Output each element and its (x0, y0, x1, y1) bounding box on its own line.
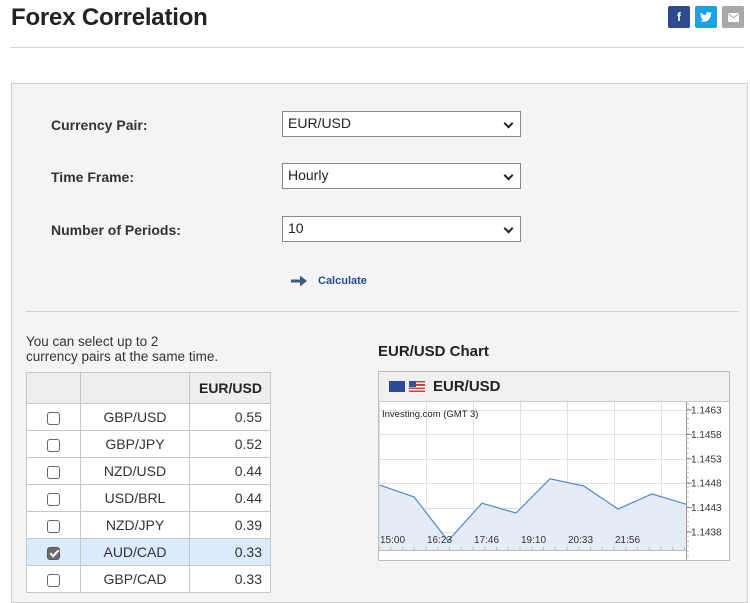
y-tick-label: 1.1448 (691, 479, 722, 490)
hint-line-2: currency pairs at the same time. (26, 349, 219, 364)
table-row[interactable]: AUD/CAD 0.33 (26, 538, 271, 566)
row-checkbox[interactable] (47, 546, 60, 560)
row-correlation-value: 0.44 (189, 457, 271, 485)
row-checkbox-cell (26, 457, 81, 485)
row-correlation-value: 0.33 (189, 565, 271, 593)
title-divider (10, 47, 744, 48)
chart-source-label: Investing.com (GMT 3) (382, 409, 478, 420)
row-correlation-value: 0.55 (189, 403, 271, 431)
row-pair: NZD/USD (80, 457, 190, 485)
x-tick-label: 17:46 (474, 535, 499, 546)
table-row[interactable]: NZD/USD 0.44 (26, 457, 271, 485)
table-row[interactable]: GBP/CAD 0.33 (26, 565, 271, 593)
row-checkbox[interactable] (47, 411, 60, 425)
row-pair: USD/BRL (80, 484, 190, 512)
row-checkbox[interactable] (47, 465, 60, 479)
us-flag-icon (409, 381, 425, 392)
calculate-button[interactable]: Calculate (290, 274, 367, 288)
currency-pair-label: Currency Pair: (51, 117, 148, 133)
x-tick-label: 21:56 (615, 535, 640, 546)
chart-header-label: EUR/USD (433, 378, 501, 395)
row-pair: GBP/CAD (80, 565, 190, 593)
page-title: Forex Correlation (11, 4, 208, 31)
twitter-icon (700, 12, 712, 22)
correlation-panel: Currency Pair: EUR/USD Time Frame: Hourl… (11, 83, 748, 603)
row-checkbox-cell (26, 484, 81, 512)
row-correlation-value: 0.33 (189, 538, 271, 566)
row-correlation-value: 0.52 (189, 430, 271, 458)
y-tick-label: 1.1438 (691, 528, 722, 539)
table-row[interactable]: USD/BRL 0.44 (26, 484, 271, 512)
row-checkbox[interactable] (47, 519, 60, 533)
eu-flag-icon (389, 381, 405, 392)
row-checkbox-cell (26, 403, 81, 431)
x-tick-label: 19:10 (521, 535, 546, 546)
chevron-down-icon (503, 118, 514, 129)
table-row[interactable]: GBP/JPY 0.52 (26, 430, 271, 458)
arrow-right-icon (291, 275, 307, 287)
row-checkbox-cell (26, 538, 81, 566)
row-checkbox[interactable] (47, 438, 60, 452)
chevron-down-icon (503, 170, 514, 181)
row-correlation-value: 0.44 (189, 484, 271, 512)
header-checkbox-col (26, 372, 81, 404)
share-bar: f (668, 6, 744, 28)
chart-header: EUR/USD (379, 372, 729, 402)
periods-select[interactable]: 10 (282, 216, 521, 242)
correlation-table-body: GBP/USD 0.55 GBP/JPY 0.52 NZD/USD 0.44 USD/BRL… (26, 403, 271, 593)
panel-divider (26, 311, 739, 312)
x-tick-label: 15:00 (380, 535, 405, 546)
y-tick-label: 1.1463 (691, 406, 722, 417)
table-row[interactable]: NZD/JPY 0.39 (26, 511, 271, 539)
correlation-table: EUR/USD GBP/USD 0.55 GBP/JPY 0.52 NZD/USD 0.4… (26, 372, 271, 593)
facebook-share-button[interactable]: f (668, 6, 690, 28)
email-share-button[interactable] (722, 6, 744, 28)
row-checkbox-cell (26, 565, 81, 593)
y-tick-label: 1.1453 (691, 454, 722, 465)
header-pair-col (80, 372, 190, 404)
facebook-icon: f (677, 10, 681, 24)
row-checkbox[interactable] (47, 573, 60, 587)
currency-pair-select[interactable]: EUR/USD (282, 111, 521, 137)
row-pair: GBP/JPY (80, 430, 190, 458)
periods-label: Number of Periods: (51, 222, 181, 238)
x-tick-label: 20:33 (568, 535, 593, 546)
row-pair: NZD/JPY (80, 511, 190, 539)
table-header-row: EUR/USD (26, 372, 271, 404)
y-tick-label: 1.1443 (691, 503, 722, 514)
table-row[interactable]: GBP/USD 0.55 (26, 403, 271, 431)
x-tick-label: 16:23 (427, 535, 452, 546)
time-frame-value: Hourly (288, 167, 329, 183)
row-correlation-value: 0.39 (189, 511, 271, 539)
currency-pair-value: EUR/USD (288, 115, 352, 131)
chart-plot: 1.1463 1.1458 1.1453 1.1448 1.1443 1.1438 15:0… (378, 402, 722, 560)
header-eurusd-col: EUR/USD (189, 372, 271, 404)
row-checkbox[interactable] (47, 492, 60, 506)
time-frame-select[interactable]: Hourly (282, 163, 521, 189)
periods-value: 10 (288, 220, 304, 236)
time-frame-label: Time Frame: (51, 169, 134, 185)
selection-hint: You can select up to 2 currency pairs at… (26, 334, 266, 364)
price-chart: EUR/USD 1.1463 1.1458 1.1453 1.1448 1.1443 1.… (378, 371, 730, 561)
chart-section-title: EUR/USD Chart (378, 343, 489, 360)
y-tick-label: 1.1458 (691, 430, 722, 441)
row-pair: AUD/CAD (80, 538, 190, 566)
row-checkbox-cell (26, 511, 81, 539)
email-icon (727, 12, 739, 22)
row-checkbox-cell (26, 430, 81, 458)
row-pair: GBP/USD (80, 403, 190, 431)
chevron-down-icon (503, 223, 514, 234)
twitter-share-button[interactable] (695, 6, 717, 28)
calculate-label: Calculate (318, 275, 367, 287)
hint-line-1: You can select up to 2 (26, 334, 159, 349)
